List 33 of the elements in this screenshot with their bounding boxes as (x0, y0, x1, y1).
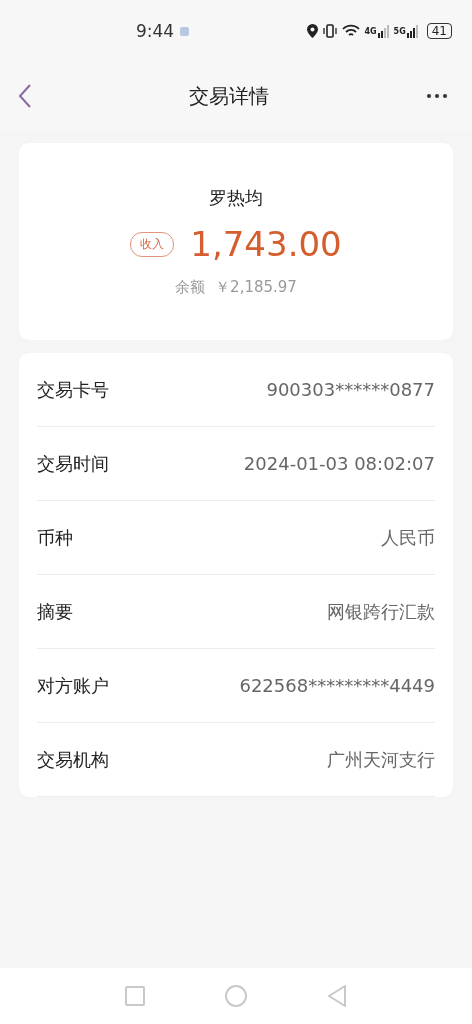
detail-label: 摘要 (37, 599, 73, 624)
battery-indicator: 41 (426, 23, 452, 39)
page-title: 交易详情 (189, 82, 269, 110)
detail-value: 622568*********4449 (239, 675, 435, 696)
detail-label: 交易机构 (37, 747, 109, 772)
back-nav-icon[interactable] (327, 985, 347, 1007)
balance-value: ￥2,185.97 (215, 278, 297, 297)
signal-icon (406, 24, 419, 38)
detail-label: 对方账户 (37, 673, 109, 698)
detail-label: 币种 (37, 525, 73, 550)
status-time: 9:44 (136, 21, 175, 41)
income-tag: 收入 (130, 231, 175, 257)
network-label: 5G (393, 27, 406, 36)
amount: 1,743.00 (190, 224, 342, 264)
detail-value: 人民币 (381, 525, 435, 550)
detail-value: 900303******0877 (266, 379, 435, 400)
signal-icon (377, 24, 390, 38)
detail-label: 交易卡号 (37, 377, 109, 402)
detail-value: 广州天河支行 (327, 747, 435, 772)
balance-label: 余额 (175, 278, 206, 297)
vibrate-icon (322, 24, 339, 38)
back-icon[interactable] (18, 83, 32, 109)
detail-label: 交易时间 (37, 451, 109, 476)
detail-value: 2024-01-03 08:02:07 (243, 453, 435, 474)
home-icon[interactable] (225, 985, 247, 1007)
network-label: 4G (364, 27, 377, 36)
detail-value: 网银跨行汇款 (327, 599, 435, 624)
location-icon (307, 24, 319, 38)
more-icon[interactable] (426, 93, 448, 99)
recents-icon[interactable] (125, 986, 145, 1006)
app-notification-icon (180, 26, 190, 36)
payer-name: 罗热均 (209, 186, 263, 210)
wifi-icon (342, 24, 361, 38)
